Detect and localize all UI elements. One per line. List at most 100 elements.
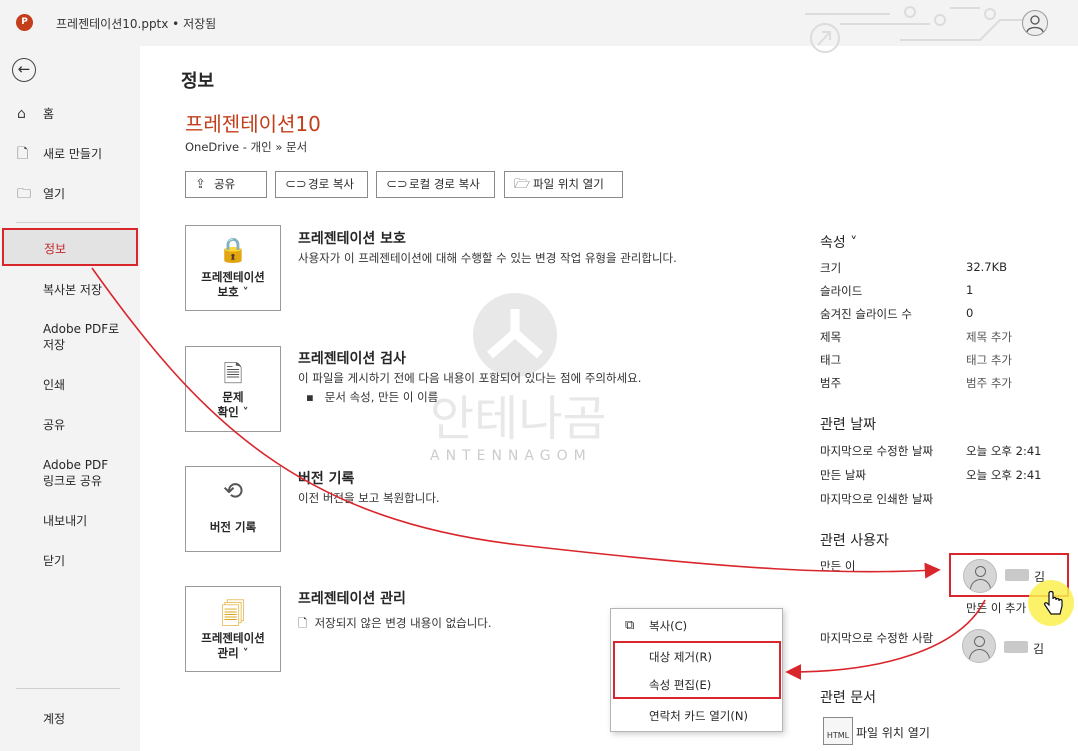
blurred-name [1005, 569, 1029, 581]
folder-icon: 🗀 [17, 186, 31, 202]
sidebar-item-label: 내보내기 [43, 514, 88, 528]
avatar[interactable] [962, 629, 996, 663]
sidebar-item-info[interactable]: 정보 [2, 228, 138, 266]
sidebar-item-account[interactable]: 계정 [0, 711, 140, 727]
sidebar-item-export[interactable]: 내보내기 [0, 513, 140, 529]
open-file-location-button[interactable]: 🗁 파일 위치 열기 [504, 171, 623, 198]
sidebar-item-share-pdf-link[interactable]: Adobe PDF 링크로 공유 [0, 457, 128, 489]
copy-path-button[interactable]: ⊂⊃ 경로 복사 [275, 171, 368, 198]
open-file-location-link[interactable]: 파일 위치 열기 [856, 724, 930, 741]
prop-label: 슬라이드 [820, 284, 863, 298]
prop-label: 마지막으로 인쇄한 날짜 [820, 492, 934, 506]
prop-label: 범주 [820, 376, 842, 390]
sidebar-item-new[interactable]: 🗋 새로 만들기 [0, 146, 140, 162]
section-desc: 🗋 저장되지 않은 변경 내용이 없습니다. [298, 615, 492, 635]
back-arrow-icon[interactable]: ← [12, 58, 36, 82]
share-button-label: 공유 [214, 177, 236, 191]
menu-item-edit-properties[interactable]: 속성 편집(E) [611, 677, 782, 693]
backstage-sidebar: ← ⌂ 홈 🗋 새로 만들기 🗀 열기 정보 복사본 저장 Adobe PDF로… [0, 46, 140, 751]
sidebar-item-save-pdf[interactable]: Adobe PDF로 저장 [0, 321, 130, 353]
check-box-label-2: 확인 ˅ [217, 405, 249, 419]
sidebar-item-save-copy[interactable]: 복사본 저장 [0, 282, 140, 298]
prop-label: 숨겨진 슬라이드 수 [820, 307, 912, 321]
categories-field[interactable]: 범주 추가 [966, 375, 1012, 391]
add-author-link[interactable]: 만든 이 추가 [966, 600, 1026, 616]
powerpoint-icon: P [16, 14, 33, 31]
folder-open-icon: 🗁 [514, 177, 531, 192]
history-box-label: 버전 기록 [209, 520, 257, 534]
section-title: 프레젠테이션 보호 [298, 231, 406, 247]
bullet-text: 문서 속성, 만든 이 이름 [324, 390, 439, 404]
sidebar-item-share[interactable]: 공유 [0, 417, 140, 433]
prop-label: 크기 [820, 261, 842, 275]
prop-value: 0 [966, 306, 974, 320]
sidebar-divider [16, 222, 120, 223]
avatar [963, 559, 997, 593]
sidebar-item-print[interactable]: 인쇄 [0, 377, 140, 393]
modified-by-name: 김 [1033, 642, 1045, 656]
window-title: 프레젠테이션10.pptx • 저장됨 [56, 17, 217, 31]
author-label: 만든 이 [820, 559, 856, 573]
sidebar-divider [16, 688, 120, 689]
prop-value: 오늘 오후 2:41 [966, 444, 1042, 458]
section-title: 버전 기록 [298, 471, 355, 487]
sidebar-item-open[interactable]: 🗀 열기 [0, 186, 140, 202]
share-button[interactable]: ⇪ 공유 [185, 171, 267, 198]
share-icon: ⇪ [195, 177, 206, 192]
manage-presentation-button[interactable]: 🗐 프레젠테이션 관리 ˅ [185, 586, 281, 672]
document-icon: 🗋 [298, 616, 308, 630]
section-desc: 사용자가 이 프레젠테이션에 대해 수행할 수 있는 변경 작업 유형을 관리합… [298, 251, 677, 265]
sidebar-item-label: 인쇄 [43, 378, 66, 392]
protect-box-label-2: 보호 ˅ [217, 285, 249, 299]
hand-cursor-icon [1044, 590, 1063, 615]
sidebar-item-label: 공유 [43, 418, 66, 432]
menu-item-open-contact-card[interactable]: 연락처 카드 열기(N) [611, 708, 782, 724]
prop-label: 마지막으로 수정한 날짜 [820, 444, 934, 458]
menu-item-label: 속성 편집(E) [649, 678, 712, 692]
protect-box-label: 프레젠테이션 [201, 270, 265, 284]
sidebar-item-home[interactable]: ⌂ 홈 [0, 106, 140, 122]
sidebar-item-label: 열기 [43, 187, 66, 201]
title-field[interactable]: 제목 추가 [966, 329, 1012, 345]
link-icon: ⊂⊃ [285, 177, 307, 192]
properties-heading[interactable]: 속성 ˅ [820, 232, 857, 252]
copy-local-path-button-label: 로컬 경로 복사 [409, 177, 480, 191]
history-icon: ⟲ [222, 477, 244, 505]
home-icon: ⌂ [17, 106, 26, 122]
check-issues-button[interactable]: 🗎 문제 확인 ˅ [185, 346, 281, 432]
related-people-heading: 관련 사용자 [820, 533, 889, 549]
prop-label: 태그 [820, 353, 842, 367]
prop-value: 32.7KB [966, 260, 1008, 274]
last-modified-by-label: 마지막으로 수정한 사람 [820, 631, 934, 645]
sidebar-item-label: 계정 [43, 712, 66, 726]
page-title: 정보 [181, 71, 215, 92]
sidebar-item-close[interactable]: 닫기 [0, 553, 140, 569]
related-dates-heading: 관련 날짜 [820, 417, 876, 433]
copy-icon: ⧉ [625, 618, 635, 633]
prop-label: 만든 날짜 [820, 468, 866, 482]
sidebar-item-label: 홈 [43, 107, 55, 121]
watermark-text: ANTENNAGOM [430, 448, 592, 464]
menu-item-remove-target[interactable]: 대상 제거(R) [611, 649, 782, 665]
protect-presentation-button[interactable]: 🔒 프레젠테이션 보호 ˅ [185, 225, 281, 311]
context-menu: ⧉ 복사(C) 대상 제거(R) 속성 편집(E) 연락처 카드 열기(N) [610, 608, 783, 732]
document-path: OneDrive - 개인 » 문서 [185, 140, 308, 154]
html-file-icon: HTML [823, 717, 853, 745]
copy-local-path-button[interactable]: ⊂⊃ 로컬 경로 복사 [376, 171, 495, 198]
lock-icon: 🔒 [218, 236, 248, 264]
menu-item-label: 연락처 카드 열기(N) [649, 709, 748, 723]
new-file-icon: 🗋 [17, 146, 29, 162]
prop-label: 제목 [820, 330, 842, 344]
sidebar-item-label: Adobe PDF 링크로 공유 [43, 458, 109, 488]
section-title: 프레젠테이션 검사 [298, 351, 406, 367]
menu-item-label: 대상 제거(R) [649, 650, 712, 664]
related-documents-heading: 관련 문서 [820, 690, 876, 706]
document-name: 프레젠테이션10 [185, 112, 321, 136]
sidebar-item-label: 정보 [44, 242, 67, 256]
user-icon[interactable] [1022, 10, 1048, 36]
version-history-button[interactable]: ⟲ 버전 기록 [185, 466, 281, 552]
prop-value: 오늘 오후 2:41 [966, 468, 1042, 482]
sidebar-item-label: 닫기 [43, 554, 66, 568]
tags-field[interactable]: 태그 추가 [966, 352, 1012, 368]
menu-item-copy[interactable]: ⧉ 복사(C) [611, 618, 782, 634]
